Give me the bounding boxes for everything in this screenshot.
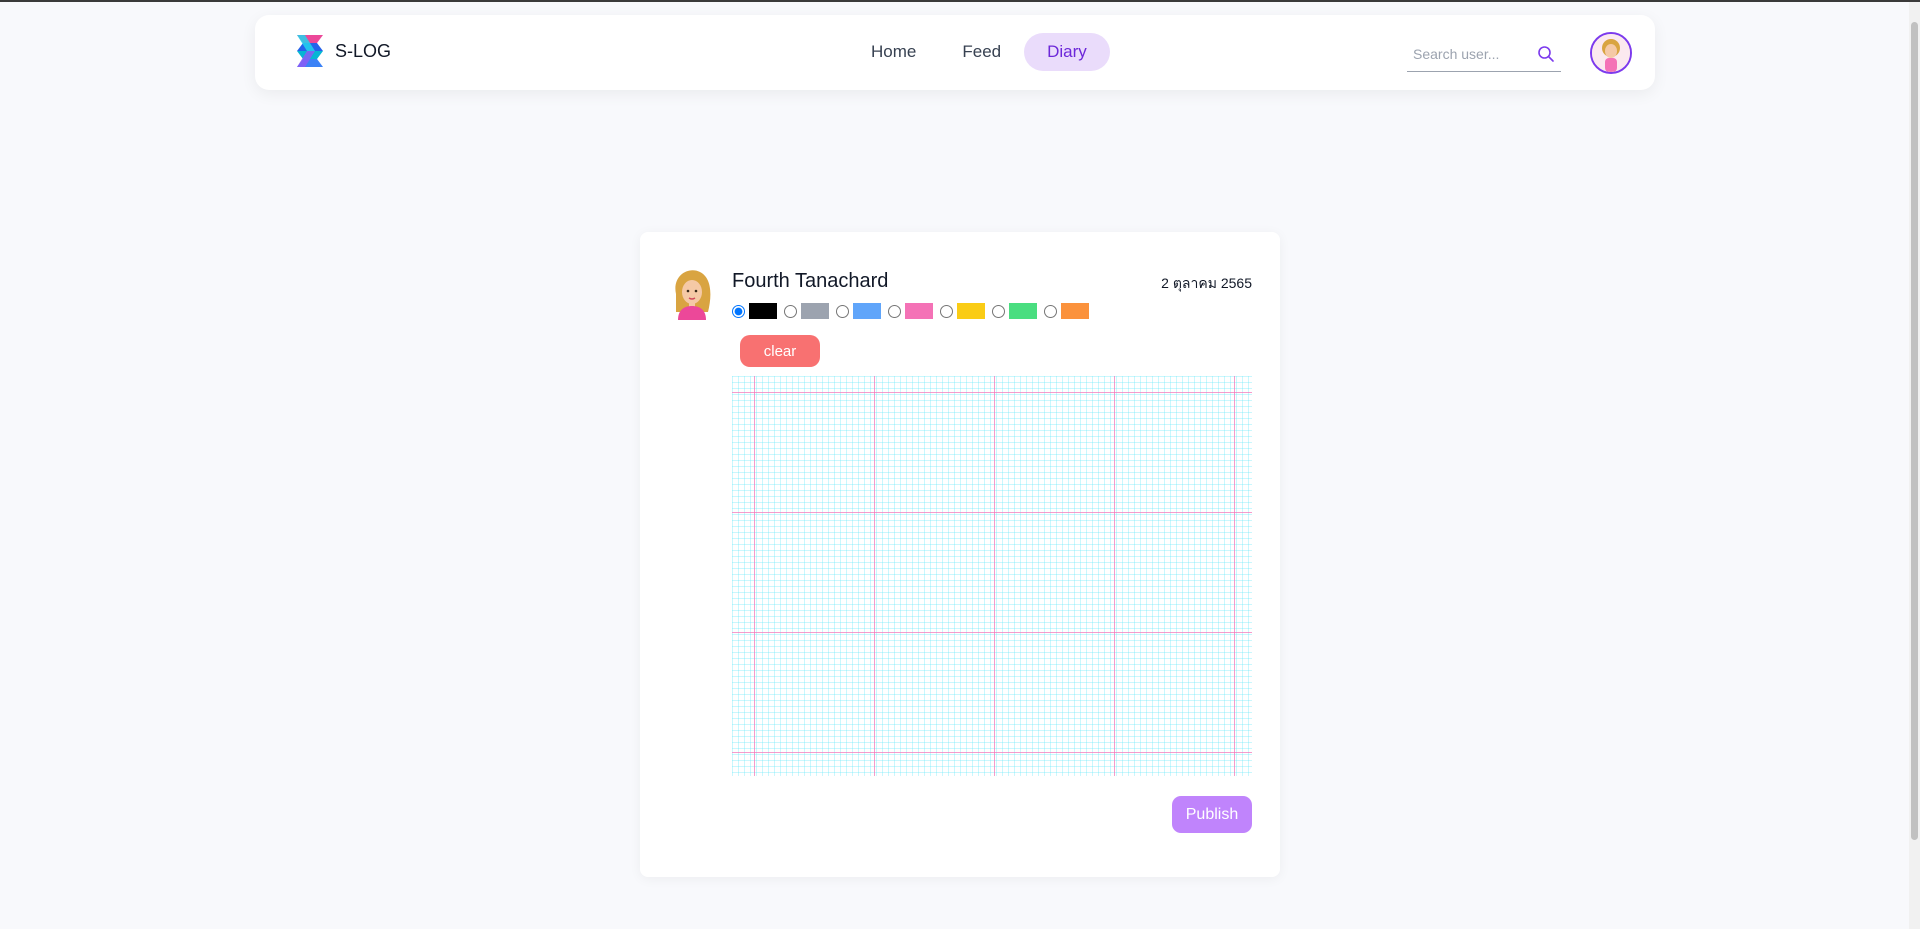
color-radio[interactable] xyxy=(992,304,1005,318)
user-avatar[interactable] xyxy=(1590,32,1632,74)
publish-button[interactable]: Publish xyxy=(1172,796,1252,833)
clear-button[interactable]: clear xyxy=(740,335,820,367)
user-search xyxy=(1407,39,1561,72)
navbar: S-LOG Home Feed Diary xyxy=(255,15,1655,90)
author-avatar-icon xyxy=(675,270,711,320)
color-radio[interactable] xyxy=(784,304,797,318)
nav-home[interactable]: Home xyxy=(848,33,939,71)
nav-feed[interactable]: Feed xyxy=(939,33,1024,71)
color-swatch[interactable] xyxy=(749,303,777,319)
window-top-border xyxy=(0,0,1920,2)
nav-diary[interactable]: Diary xyxy=(1024,33,1110,71)
color-radio[interactable] xyxy=(836,304,849,318)
brand-name[interactable]: S-LOG xyxy=(335,41,391,62)
color-palette xyxy=(732,303,1096,319)
color-radio[interactable] xyxy=(1044,304,1057,318)
color-swatch[interactable] xyxy=(801,303,829,319)
color-radio[interactable] xyxy=(888,304,901,318)
diary-date: 2 ตุลาคม 2565 xyxy=(1161,275,1252,291)
drawing-canvas[interactable] xyxy=(732,376,1252,776)
s-log-logo-icon[interactable] xyxy=(293,33,327,69)
color-swatch[interactable] xyxy=(905,303,933,319)
color-radio[interactable] xyxy=(940,304,953,318)
author-name: Fourth Tanachard xyxy=(732,270,889,292)
color-swatch[interactable] xyxy=(957,303,985,319)
color-swatch[interactable] xyxy=(853,303,881,319)
scrollbar-thumb[interactable] xyxy=(1911,22,1918,840)
main-nav: Home Feed Diary xyxy=(848,33,1110,71)
search-icon[interactable] xyxy=(1537,45,1555,63)
avatar-icon xyxy=(1592,34,1630,72)
color-radio[interactable] xyxy=(732,304,745,318)
color-swatch[interactable] xyxy=(1061,303,1089,319)
search-input[interactable] xyxy=(1407,39,1533,69)
diary-card: Fourth Tanachard 2 ตุลาคม 2565 clear Pub… xyxy=(640,232,1280,877)
color-swatch[interactable] xyxy=(1009,303,1037,319)
scrollbar-track[interactable] xyxy=(1909,2,1920,929)
